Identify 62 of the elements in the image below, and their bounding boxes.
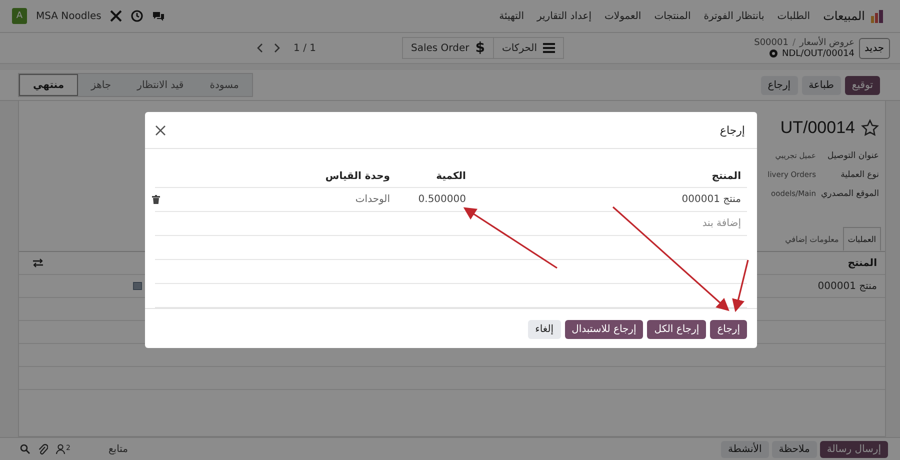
breadcrumb-separator: / bbox=[792, 38, 796, 48]
table-cell-text: منتج 000001 bbox=[680, 194, 742, 205]
follow-button[interactable]: متابع bbox=[108, 444, 128, 454]
field-label: نوع العملية bbox=[840, 170, 879, 180]
dialog-button[interactable]: إرجاع bbox=[710, 320, 747, 338]
table-cell-text: الوحدات bbox=[354, 194, 391, 205]
dollar-icon: $ bbox=[475, 40, 485, 56]
arrow bbox=[732, 260, 749, 312]
breadcrumb-link[interactable]: S00001 bbox=[754, 38, 788, 48]
field-label: الموقع المصدري bbox=[820, 189, 879, 199]
tab[interactable]: معلومات إضافي bbox=[781, 227, 843, 251]
status-step[interactable]: مسودة bbox=[196, 74, 252, 96]
field-label: عنوان التوصيل bbox=[826, 151, 879, 161]
column-header: الكمية bbox=[435, 170, 466, 182]
chatter-button[interactable]: ملاحظة bbox=[772, 440, 817, 458]
record-title: UT/00014 bbox=[780, 118, 855, 138]
action-button[interactable]: طباعة bbox=[802, 76, 841, 94]
menu-item[interactable]: بانتظار الفوترة bbox=[704, 10, 764, 22]
new-button[interactable]: جديد bbox=[858, 38, 890, 58]
app-name[interactable]: المبيعات bbox=[823, 9, 865, 23]
column-header: وحدة القياس bbox=[324, 170, 391, 182]
chatter-button[interactable]: إرسال رسالة bbox=[820, 440, 888, 458]
menu-item[interactable]: الطلبات bbox=[777, 10, 810, 22]
chatter-button[interactable]: الأنشطة bbox=[721, 440, 769, 458]
chart-icon[interactable] bbox=[870, 9, 884, 23]
search-icon[interactable] bbox=[20, 444, 30, 454]
person-icon bbox=[56, 444, 65, 454]
dialog-button[interactable]: إلغاء bbox=[528, 320, 561, 338]
chat-icon[interactable] bbox=[152, 10, 166, 22]
record-name: NDL/OUT/00014 bbox=[782, 48, 855, 58]
star-icon[interactable] bbox=[861, 119, 879, 137]
list-icon bbox=[543, 43, 555, 53]
dialog-title: إرجاع bbox=[720, 124, 745, 136]
next-icon[interactable] bbox=[272, 43, 281, 53]
column-header: المنتج bbox=[710, 170, 742, 182]
menu-item[interactable]: العمولات bbox=[604, 10, 642, 22]
paperclip-icon[interactable] bbox=[38, 444, 48, 454]
tab[interactable]: العمليات bbox=[842, 227, 881, 251]
table-cell-text: 0.500000 bbox=[417, 194, 466, 205]
smart-button[interactable]: الحركات bbox=[492, 37, 564, 59]
dialog-button[interactable]: إرجاع للاستبدال bbox=[564, 320, 644, 338]
menu-item[interactable]: المنتجات bbox=[654, 10, 691, 22]
status-step[interactable]: منتهي bbox=[19, 74, 78, 96]
trash-icon[interactable] bbox=[152, 195, 160, 204]
menu-item[interactable]: إعداد التقارير bbox=[537, 10, 592, 22]
dialog-button[interactable]: إرجاع الكل bbox=[647, 320, 706, 338]
column-header: المنتج bbox=[848, 258, 877, 268]
pager-value[interactable]: 1 / 1 bbox=[294, 42, 316, 54]
breadcrumb-link[interactable]: عروض الأسعار bbox=[800, 38, 855, 48]
company-name[interactable]: MSA Noodles bbox=[36, 10, 102, 22]
previous-icon[interactable] bbox=[256, 43, 264, 53]
action-button[interactable]: توقيع bbox=[844, 76, 880, 94]
status-step[interactable]: جاهز bbox=[78, 74, 124, 96]
status-step[interactable]: قيد الانتظار bbox=[124, 74, 197, 96]
user-avatar[interactable]: A bbox=[12, 8, 27, 24]
action-button[interactable]: إرجاع bbox=[760, 76, 798, 94]
menu-item[interactable]: التهيئة bbox=[499, 10, 524, 22]
clock-icon[interactable] bbox=[131, 10, 144, 22]
smart-button[interactable]: $ Sales Order bbox=[402, 37, 493, 59]
table-cell: منتج 000001 bbox=[818, 280, 877, 292]
add-line-link[interactable]: إضافة بند bbox=[702, 218, 747, 229]
close-icon[interactable] bbox=[155, 124, 166, 136]
